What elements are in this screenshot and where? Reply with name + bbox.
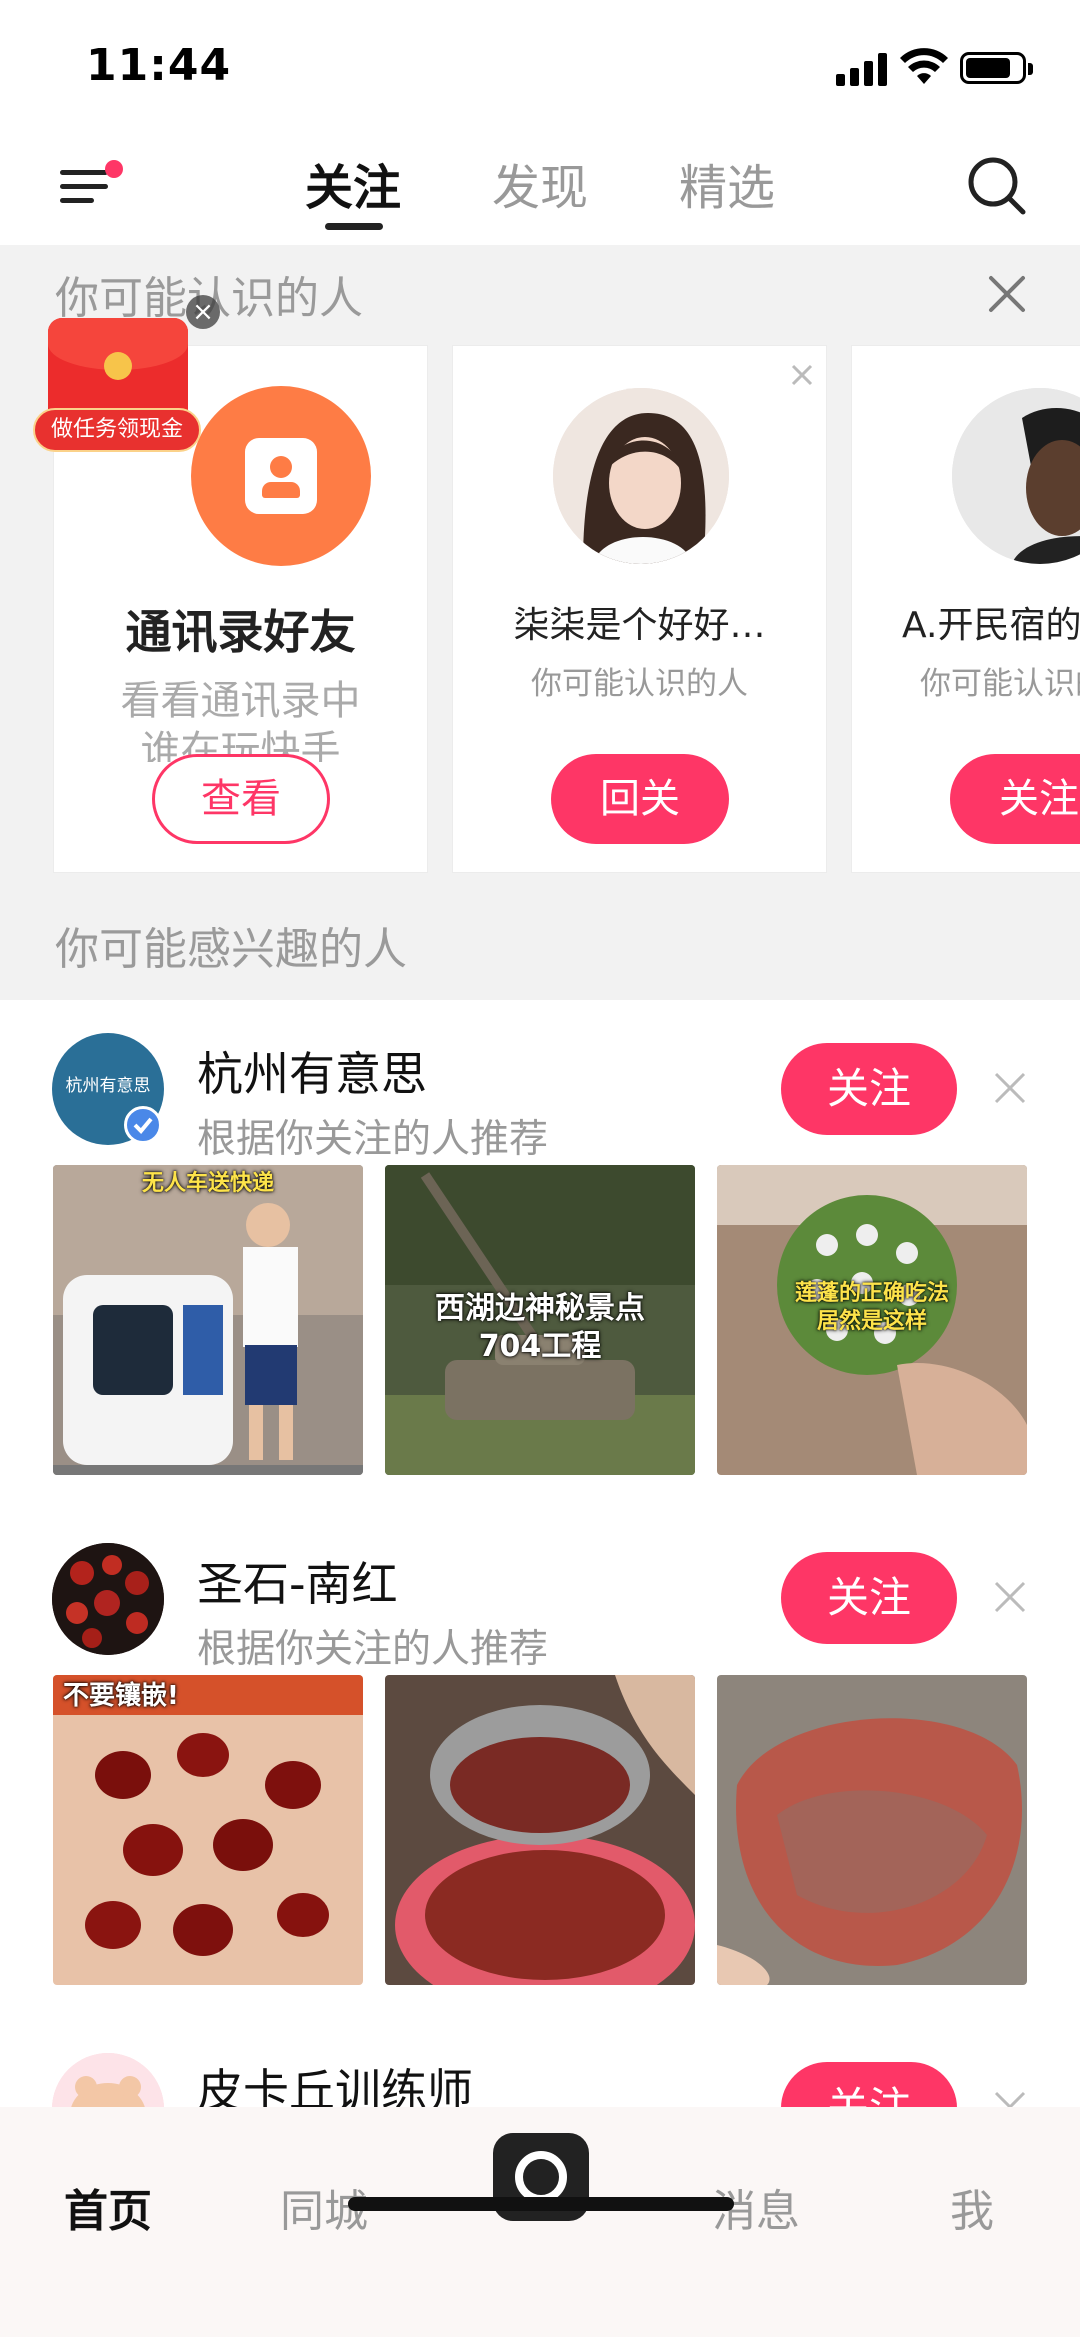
card-subtitle: 你可能认识的人 xyxy=(531,666,748,702)
avatar xyxy=(952,388,1080,564)
bottom-nav: 首页 同城 消息 我 xyxy=(0,2107,1080,2337)
view-contacts-button[interactable]: 查看 xyxy=(152,754,330,844)
notification-dot xyxy=(105,160,123,178)
interested-people-title: 你可能感兴趣的人 xyxy=(55,924,407,975)
video-thumbnail[interactable]: 西湖边神秘景点 704工程 xyxy=(385,1165,695,1475)
avatar xyxy=(553,388,729,564)
card-subtitle: 你可能认识的人 xyxy=(920,666,1080,702)
card-name: A.开民宿的 xyxy=(902,605,1080,646)
thumbnail-caption-line2: 居然是这样 xyxy=(816,1309,927,1334)
top-nav: 关注 发现 精选 xyxy=(0,130,1080,245)
suggested-user-card[interactable]: 柒柒是个好好… 你可能认识的人 回关 xyxy=(452,345,827,873)
card-name: 通讯录好友 xyxy=(125,605,356,659)
dismiss-card-icon[interactable] xyxy=(789,362,815,388)
nav-home[interactable]: 首页 xyxy=(38,2175,178,2239)
tab-following[interactable]: 关注 xyxy=(278,148,428,218)
close-promo-icon[interactable]: × xyxy=(186,295,220,329)
status-time: 11:44 xyxy=(86,40,232,91)
contacts-icon xyxy=(191,386,371,566)
card-name: 柒柒是个好好… xyxy=(513,605,766,646)
dismiss-icon[interactable] xyxy=(992,1070,1028,1106)
verified-badge-icon xyxy=(124,1106,162,1144)
thumbnail-caption: 不要镶嵌! xyxy=(63,1681,179,1711)
video-thumbnail[interactable] xyxy=(385,1675,695,1985)
follow-button[interactable]: 关注 xyxy=(950,754,1080,844)
menu-icon[interactable] xyxy=(60,160,123,210)
video-thumbnail[interactable] xyxy=(717,1675,1027,1985)
tab-discover[interactable]: 发现 xyxy=(465,148,615,218)
nav-me[interactable]: 我 xyxy=(902,2175,1042,2239)
battery-icon xyxy=(960,52,1033,84)
promo-label: 做任务领现金 xyxy=(33,408,201,452)
video-thumbnail[interactable]: 不要镶嵌! xyxy=(53,1675,363,1985)
video-thumbnail[interactable]: 莲蓬的正确吃法 居然是这样 xyxy=(717,1165,1027,1475)
home-indicator xyxy=(348,2197,734,2211)
status-bar: 11:44 xyxy=(0,0,1080,130)
thumbnail-caption-line2: 704工程 xyxy=(478,1329,602,1364)
dismiss-icon[interactable] xyxy=(992,1579,1028,1615)
active-tab-indicator xyxy=(325,223,383,230)
search-icon[interactable] xyxy=(965,154,1029,218)
avatar[interactable] xyxy=(52,1543,164,1655)
follow-button[interactable]: 关注 xyxy=(781,1552,957,1644)
suggested-user-card[interactable]: A.开民宿的 你可能认识的人 关注 xyxy=(851,345,1080,873)
close-section-icon[interactable] xyxy=(985,272,1029,316)
tab-featured[interactable]: 精选 xyxy=(652,148,802,218)
video-thumbnail[interactable]: 无人车送快递 xyxy=(53,1165,363,1475)
avatar-text: 杭州有意思 xyxy=(65,1076,151,1096)
recommend-reason: 根据你关注的人推荐 xyxy=(197,1627,549,1672)
follow-button[interactable]: 关注 xyxy=(781,1043,957,1135)
recommend-reason: 根据你关注的人推荐 xyxy=(197,1117,549,1162)
cellular-signal-icon xyxy=(836,52,888,86)
follow-back-button[interactable]: 回关 xyxy=(551,754,729,844)
thumbnail-caption: 无人车送快递 xyxy=(141,1171,274,1196)
user-name[interactable]: 杭州有意思 xyxy=(197,1038,427,1104)
user-name[interactable]: 圣石-南红 xyxy=(197,1548,398,1614)
wifi-icon xyxy=(900,48,948,84)
cash-task-promo[interactable]: × 做任务领现金 xyxy=(30,295,220,465)
